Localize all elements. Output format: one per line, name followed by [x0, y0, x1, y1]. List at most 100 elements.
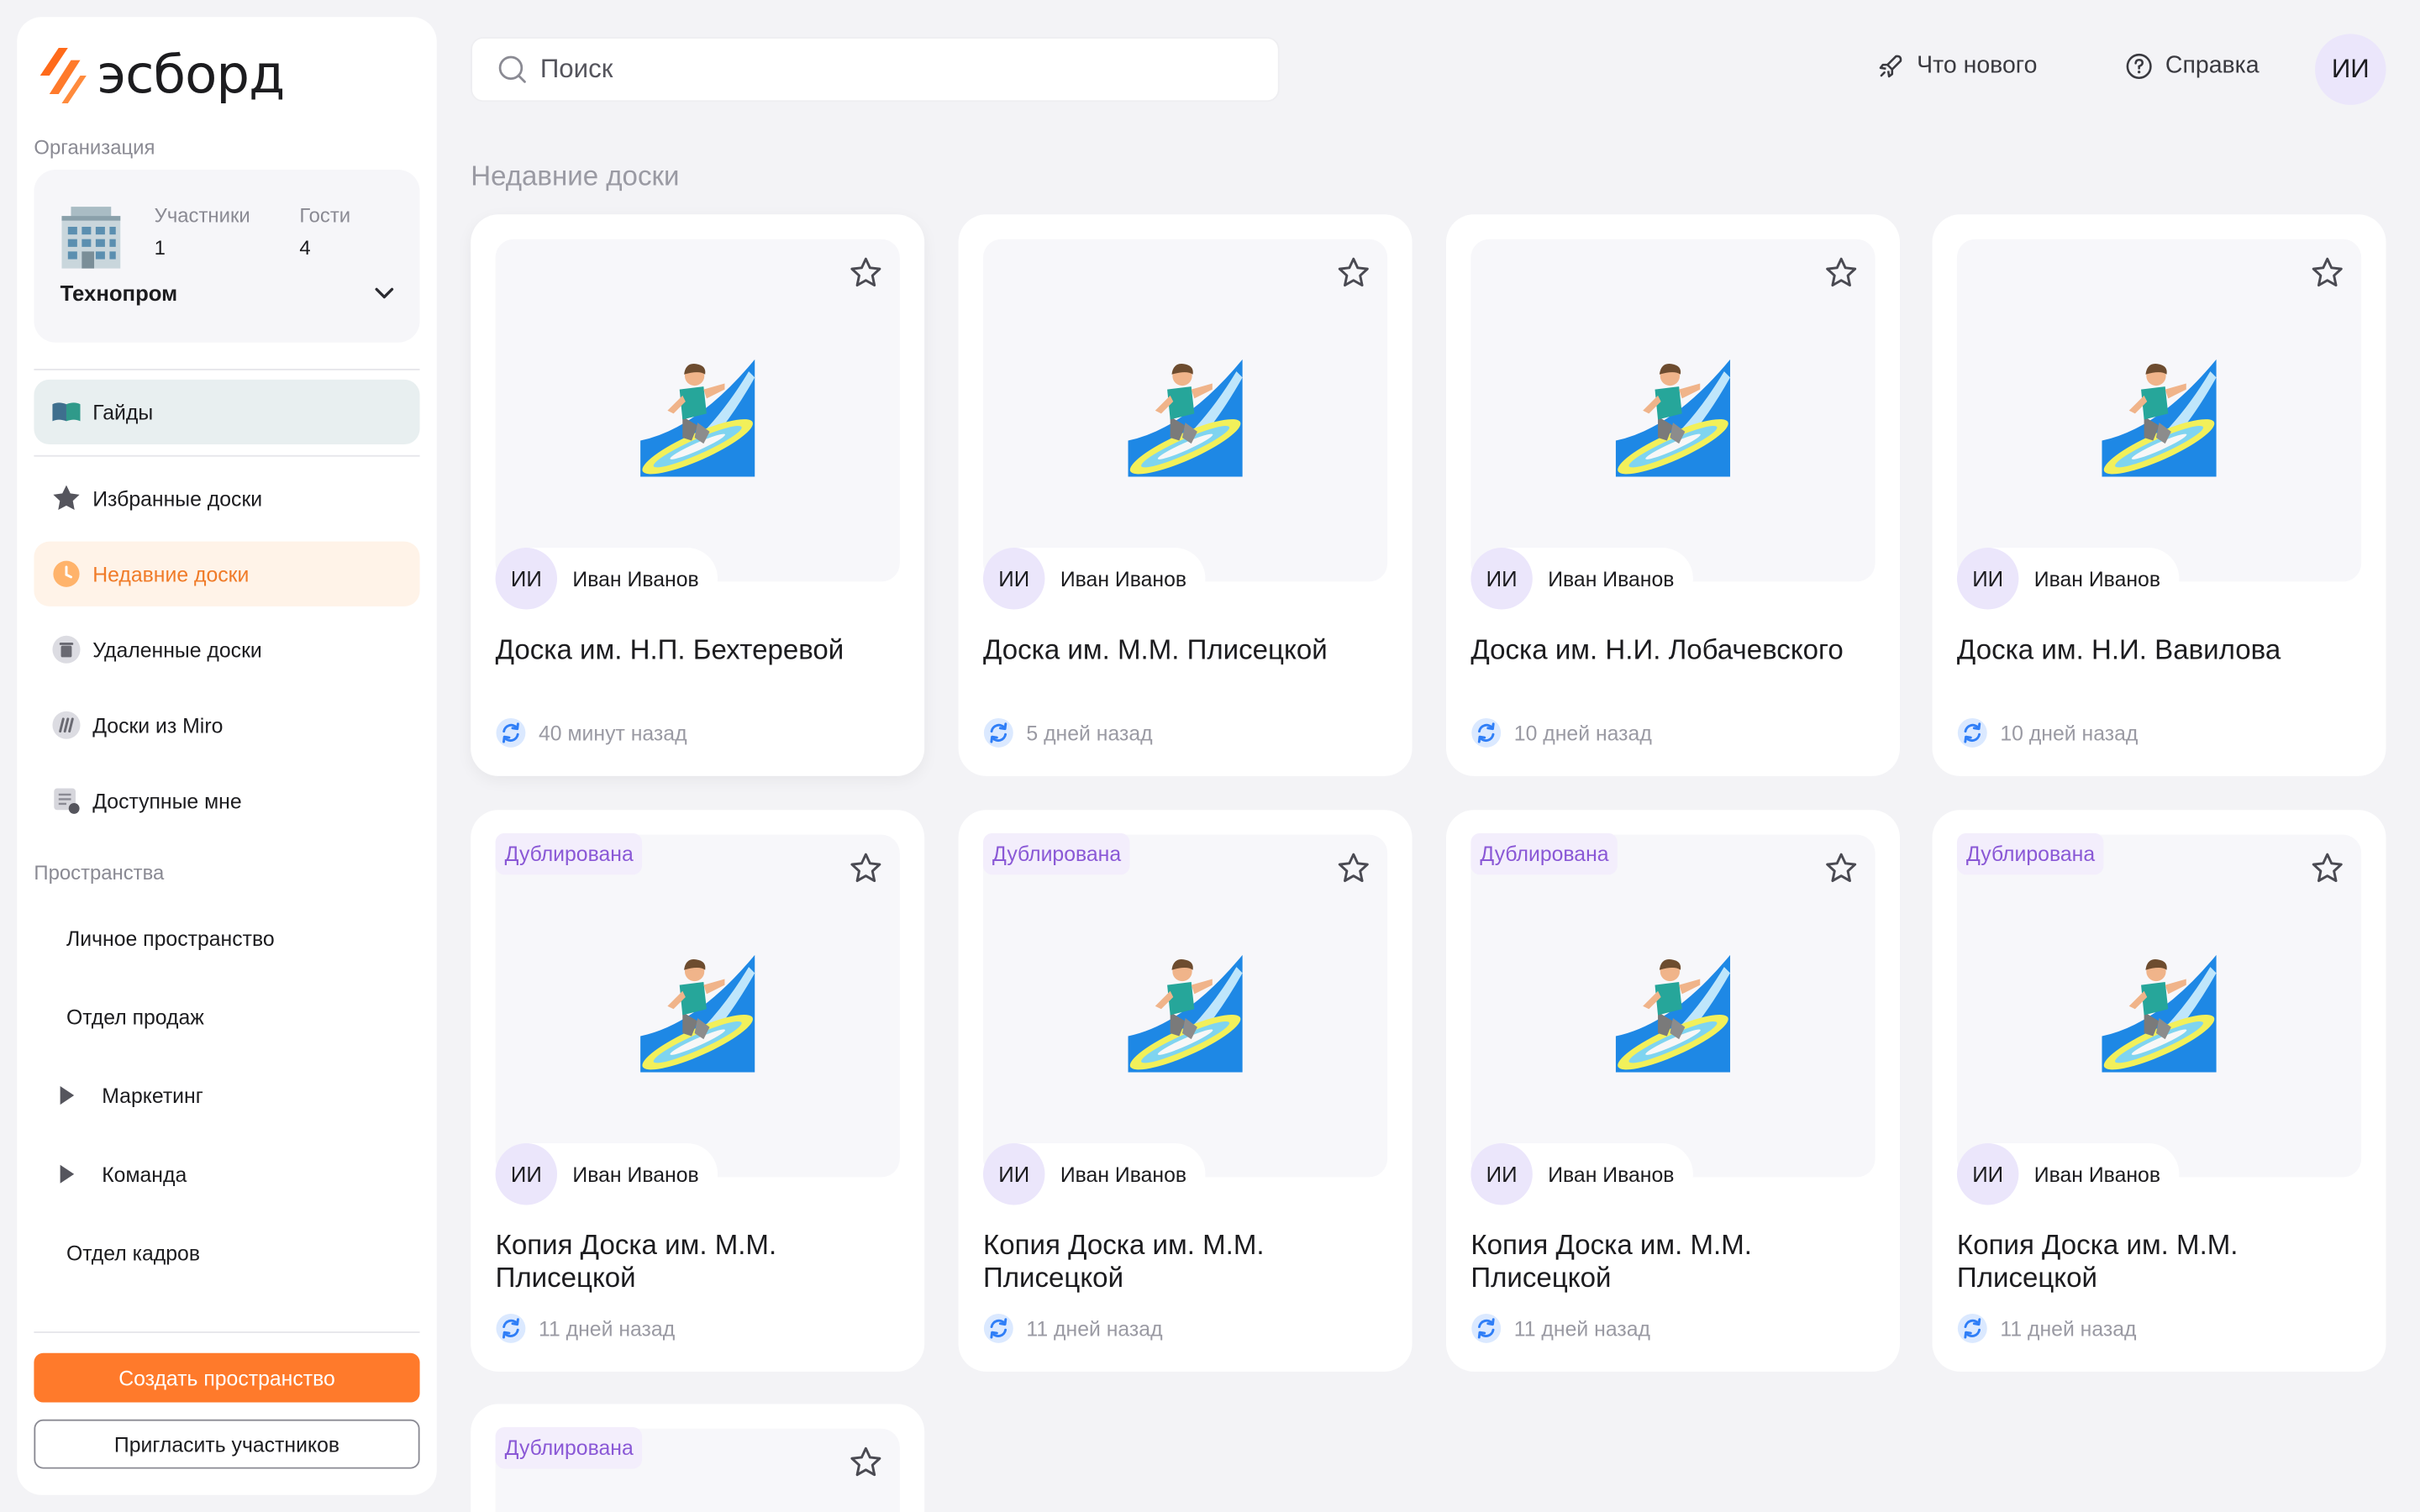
star-outline-icon[interactable] [1823, 255, 1860, 291]
org-card[interactable]: Участники 1 Гости 4 Технопром [34, 170, 420, 343]
board-updated-time: 11 дней назад [539, 1316, 676, 1341]
logo-text: эсборд [97, 45, 286, 107]
board-preview [1470, 834, 1876, 1178]
space-item-team[interactable]: Команда [34, 1143, 419, 1205]
whats-new-link[interactable]: Что нового [1876, 52, 2037, 80]
board-card[interactable]: Дублирована ИИ Иван Иванов Копия Доска и… [471, 810, 925, 1372]
board-card[interactable]: ИИ Иван Иванов Доска им. М.М. Плисецкой … [958, 214, 1413, 776]
board-card[interactable]: ИИ Иван Иванов Доска им. Н.П. Бехтеревой… [471, 214, 925, 776]
board-title: Доска им. Н.И. Лобачевского [1470, 633, 1844, 665]
space-item-personal[interactable]: Личное пространство [34, 907, 419, 969]
sidebar-item-label: Удаленные доски [92, 638, 262, 662]
star-badge-icon [51, 483, 82, 514]
sidebar-item-label: Гайды [92, 400, 154, 424]
clock-icon [51, 559, 82, 590]
board-updated-time: 11 дней назад [1026, 1316, 1163, 1341]
expand-triangle-icon[interactable] [60, 1086, 75, 1105]
org-guests-stat: Гости 4 [299, 203, 350, 259]
board-owner: ИИ Иван Иванов [495, 548, 718, 610]
star-outline-icon[interactable] [847, 850, 884, 887]
star-outline-icon[interactable] [1823, 850, 1860, 887]
space-item-hr[interactable]: Отдел кадров [34, 1222, 419, 1284]
board-owner: ИИ Иван Иванов [495, 1142, 718, 1205]
expand-triangle-icon[interactable] [60, 1164, 75, 1184]
owner-name: Иван Иванов [1060, 1162, 1187, 1186]
board-updated: 11 дней назад [983, 1313, 1163, 1344]
owner-name: Иван Иванов [2033, 1162, 2161, 1186]
board-preview [982, 239, 1388, 582]
board-owner: ИИ Иван Иванов [1470, 1142, 1693, 1205]
star-outline-icon[interactable] [847, 255, 884, 291]
surfer-icon [2099, 356, 2219, 476]
question-circle-icon [2126, 53, 2152, 80]
board-card[interactable]: ИИ Иван Иванов Доска им. Н.И. Вавилова 1… [1932, 214, 2386, 776]
page-title: Недавние доски [471, 160, 680, 192]
help-link[interactable]: Справка [2125, 52, 2260, 80]
board-updated-time: 11 дней назад [1513, 1316, 1650, 1341]
sidebar-item-guides[interactable]: Гайды [34, 379, 420, 444]
board-title: Копия Доска им. М.М. Плисецкой [1470, 1229, 1752, 1294]
surfer-icon [1125, 356, 1245, 476]
sidebar-item-miro[interactable]: Доски из Miro [34, 693, 419, 758]
sidebar-item-recent[interactable]: Недавние доски [34, 541, 420, 606]
app-window: эсборд Организация Участники 1 Гости 4 Т… [0, 0, 2420, 1512]
user-avatar[interactable]: ИИ [2315, 34, 2386, 105]
board-updated: 40 минут назад [496, 717, 687, 748]
sync-icon [1470, 717, 1502, 748]
board-updated-time: 40 минут назад [539, 721, 687, 745]
board-owner: ИИ Иван Иванов [982, 548, 1206, 610]
board-card[interactable]: Дублирована [471, 1404, 925, 1512]
sync-icon [496, 1313, 527, 1344]
space-item-label: Маркетинг [102, 1084, 203, 1107]
search-bar[interactable] [471, 37, 1280, 102]
star-outline-icon[interactable] [847, 1444, 884, 1481]
space-item-sales[interactable]: Отдел продаж [34, 986, 419, 1047]
board-card[interactable]: ИИ Иван Иванов Доска им. Н.И. Лобачевско… [1445, 214, 1900, 776]
board-title: Копия Доска им. М.М. Плисецкой [982, 1229, 1265, 1294]
invite-members-button[interactable]: Пригласить участников [34, 1419, 420, 1469]
board-card[interactable]: Дублирована ИИ Иван Иванов Копия Доска и… [1445, 810, 1900, 1372]
board-updated: 5 дней назад [983, 717, 1153, 748]
board-title: Доска им. Н.П. Бехтеревой [495, 633, 844, 665]
sync-icon [1957, 717, 1988, 748]
sync-icon [1957, 1313, 1988, 1344]
chevron-down-icon[interactable] [373, 282, 395, 304]
search-input[interactable] [537, 52, 1254, 87]
create-space-button[interactable]: Создать пространство [34, 1352, 420, 1403]
star-outline-icon[interactable] [1335, 850, 1372, 887]
sidebar-item-shared[interactable]: Доступные мне [34, 769, 419, 833]
avatar: ИИ [1956, 1142, 2019, 1205]
board-updated: 11 дней назад [496, 1313, 676, 1344]
avatar: ИИ [982, 1142, 1045, 1205]
star-outline-icon[interactable] [2309, 850, 2346, 887]
sync-icon [983, 1313, 1014, 1344]
sidebar-item-label: Избранные доски [92, 486, 263, 511]
duplicated-badge: Дублирована [495, 832, 643, 875]
duplicated-badge: Дублирована [1470, 832, 1618, 875]
org-guests-label: Гости [299, 203, 351, 227]
sidebar-item-deleted[interactable]: Удаленные доски [34, 617, 419, 682]
help-label: Справка [2165, 52, 2260, 79]
surfer-icon [2099, 952, 2219, 1072]
board-updated: 10 дней назад [1957, 717, 2138, 748]
board-card[interactable]: Дублирована ИИ Иван Иванов Копия Доска и… [958, 810, 1413, 1372]
avatar: ИИ [495, 548, 558, 610]
miro-icon [51, 710, 82, 741]
board-updated-time: 11 дней назад [2000, 1316, 2137, 1341]
sidebar-item-favorites[interactable]: Избранные доски [34, 466, 419, 531]
star-outline-icon[interactable] [1335, 255, 1372, 291]
board-card[interactable]: Дублирована ИИ Иван Иванов Копия Доска и… [1932, 810, 2386, 1372]
sidebar-divider [34, 1331, 420, 1333]
board-preview [1956, 239, 2362, 582]
rocket-icon [1879, 55, 1902, 78]
board-preview [982, 834, 1388, 1178]
board-updated-time: 10 дней назад [2000, 721, 2139, 745]
space-item-marketing[interactable]: Маркетинг [34, 1064, 419, 1126]
board-owner: ИИ Иван Иванов [1956, 1142, 2180, 1205]
logo[interactable]: эсборд [39, 45, 286, 107]
star-outline-icon[interactable] [2309, 255, 2346, 291]
owner-name: Иван Иванов [2033, 566, 2161, 591]
sync-icon [983, 717, 1014, 748]
avatar: ИИ [1470, 1142, 1533, 1205]
board-owner: ИИ Иван Иванов [1956, 548, 2180, 610]
